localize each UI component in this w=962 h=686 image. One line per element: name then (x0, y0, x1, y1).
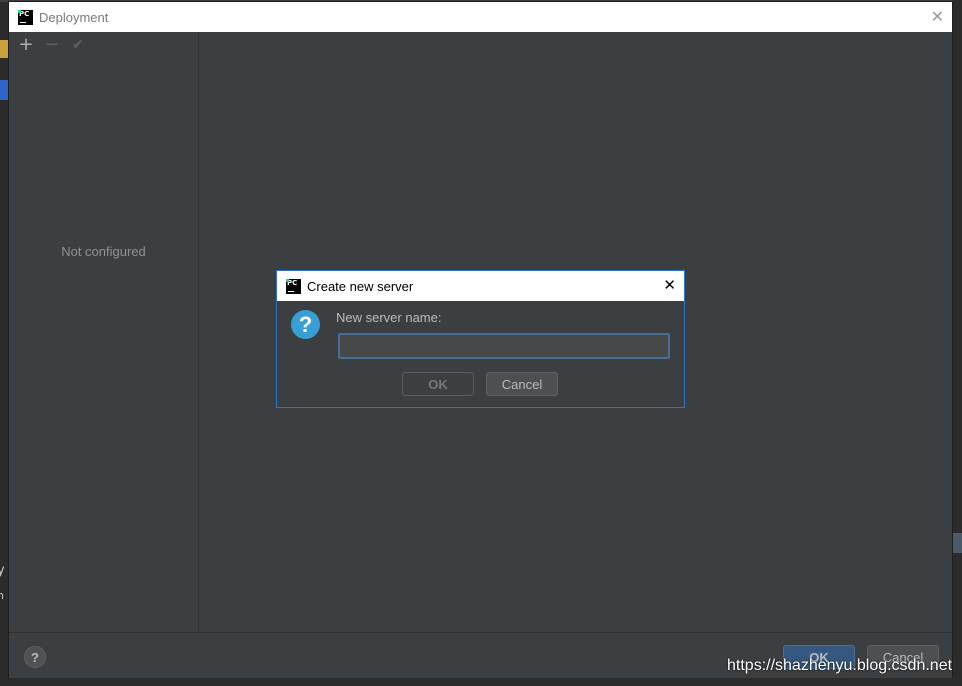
window-title: Deployment (39, 9, 109, 25)
background-text-fragment: y (0, 563, 5, 578)
server-name-label: New server name: (336, 310, 442, 325)
server-list-toolbar: + − ✔ (13, 34, 91, 56)
create-server-dialog: PC Create new server ✕ ? New server name… (276, 270, 685, 408)
close-icon[interactable]: ✕ (663, 276, 676, 294)
watermark-text: https://shazhenyu.blog.csdn.net (727, 657, 953, 674)
dialog-cancel-button[interactable]: Cancel (486, 372, 558, 396)
add-server-icon[interactable]: + (13, 34, 39, 56)
background-text-fragment: n (0, 589, 4, 602)
dialog-titlebar: PC Create new server ✕ (277, 271, 684, 301)
deployment-titlebar: PC Deployment ✕ (9, 2, 952, 32)
pycharm-logo-icon: PC (286, 278, 301, 294)
background-ide-right-edge (953, 0, 962, 686)
background-ide-selection (0, 80, 8, 100)
remove-server-icon[interactable]: − (39, 34, 65, 56)
background-ide-highlight (0, 40, 8, 58)
help-button[interactable]: ? (24, 646, 46, 668)
server-name-input[interactable] (338, 333, 670, 359)
server-list-panel: + − ✔ Not configured (9, 32, 199, 632)
dialog-title: Create new server (307, 278, 414, 294)
question-icon: ? (291, 310, 320, 339)
close-icon[interactable]: ✕ (931, 7, 944, 26)
apply-check-icon[interactable]: ✔ (65, 34, 91, 56)
empty-state-label: Not configured (61, 244, 146, 259)
dialog-ok-button[interactable]: OK (402, 372, 474, 396)
background-ide-tab (953, 533, 962, 553)
pycharm-logo-icon: PC (18, 9, 33, 25)
